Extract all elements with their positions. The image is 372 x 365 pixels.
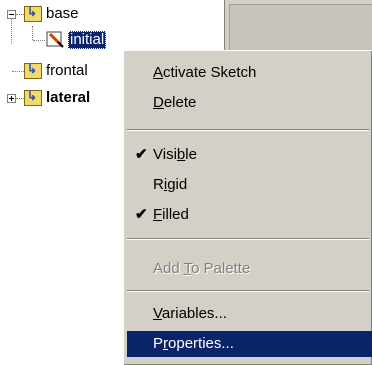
context-menu: Activate Sketch Delete ✔ Visible Rigid ✔… (123, 50, 372, 365)
menu-item-delete[interactable]: Delete (127, 90, 372, 116)
folder-icon: ↳ (24, 63, 42, 79)
screen: ↳ base initial ↳ frontal ↳ lateral Activ (0, 0, 372, 365)
tree-item-initial[interactable]: initial (68, 31, 107, 49)
menu-item-add-to-palette: Add To Palette (153, 260, 251, 277)
menu-separator (127, 290, 369, 292)
check-icon: ✔ (135, 146, 148, 163)
menu-item-visible[interactable]: ✔ Visible (127, 142, 372, 168)
menu-separator (127, 238, 369, 240)
folder-icon: ↳ (24, 90, 42, 106)
tree-item-lateral[interactable]: lateral (46, 89, 90, 107)
menu-item-activate-sketch[interactable]: Activate Sketch (127, 60, 372, 86)
menu-item-rigid[interactable]: Rigid (127, 172, 372, 198)
sketch-icon (46, 31, 64, 48)
menu-item-variables[interactable]: Variables... (127, 301, 372, 327)
expander-collapse[interactable] (7, 10, 16, 19)
expander-expand[interactable] (7, 94, 16, 103)
menu-item-properties[interactable]: Properties... (127, 331, 372, 357)
menu-item-filled[interactable]: ✔ Filled (127, 202, 372, 228)
check-icon: ✔ (135, 206, 148, 223)
tree-item-frontal[interactable]: frontal (46, 62, 88, 80)
tree-item-base[interactable]: base (46, 5, 79, 23)
menu-separator (127, 129, 369, 131)
folder-icon: ↳ (24, 6, 42, 22)
